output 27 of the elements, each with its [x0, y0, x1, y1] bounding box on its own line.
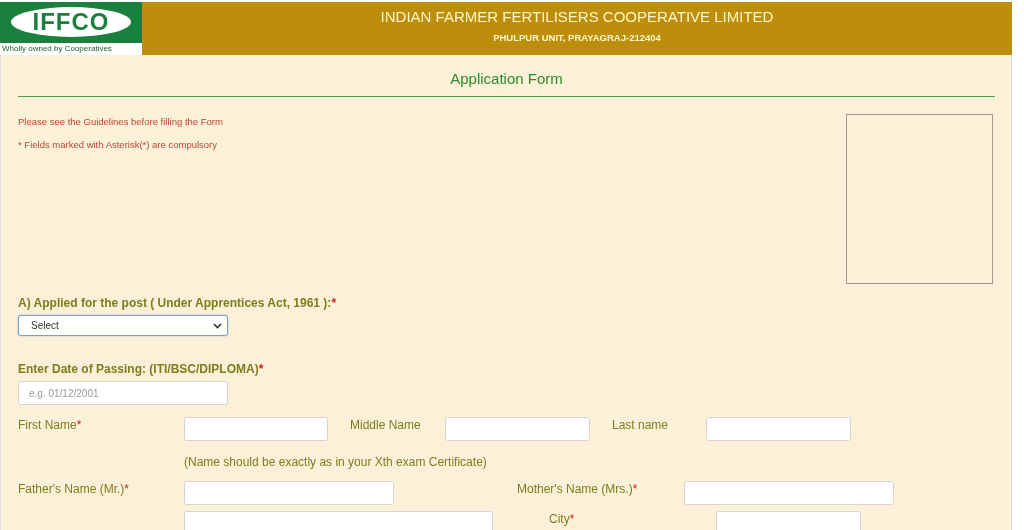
date-field[interactable]: e.g. 01/12/2001	[18, 381, 228, 405]
field-label: Last name	[611, 417, 670, 432]
name-note: (Name should be exactly as in your Xth exam Certificate)	[184, 455, 488, 469]
logo-tagline: Wholly owned by Cooperatives	[0, 43, 142, 55]
unit-address: PHULPUR UNIT, PRAYAGRAJ-212404	[493, 32, 661, 43]
form-title: Application Form	[18, 55, 995, 97]
field-label: Middle Name	[349, 417, 422, 432]
date-label: Enter Date of Passing: (ITI/BSC/DIPLOMA)*	[18, 362, 265, 376]
input-field[interactable]	[184, 511, 493, 530]
chevron-down-icon	[213, 322, 222, 329]
input-field[interactable]	[684, 481, 894, 505]
field-label: Father's Name (Mr.)*	[18, 481, 130, 496]
logo-text: IFFCO	[11, 7, 131, 37]
input-field[interactable]	[445, 417, 590, 441]
field-label: City*	[549, 511, 576, 526]
input-field[interactable]	[184, 417, 328, 441]
input-field[interactable]	[184, 481, 394, 505]
input-field[interactable]	[706, 417, 851, 441]
instruction-note: * Fields marked with Asterisk(*) are compulsory	[18, 139, 219, 150]
photo-box[interactable]	[846, 114, 993, 284]
post-label: A) Applied for the post ( Under Apprentices Act, 1961 ):*	[18, 296, 338, 310]
input-field[interactable]	[716, 511, 861, 530]
organization-title: INDIAN FARMER FERTILISERS COOPERATIVE LIMITED	[380, 8, 774, 26]
instruction-note: Please see the Guidelines before filling the Form	[18, 116, 223, 127]
field-label: Mother's Name (Mrs.)*	[517, 481, 639, 496]
post-dropdown[interactable]: Select	[18, 315, 228, 336]
field-label: First Name*	[18, 417, 83, 432]
